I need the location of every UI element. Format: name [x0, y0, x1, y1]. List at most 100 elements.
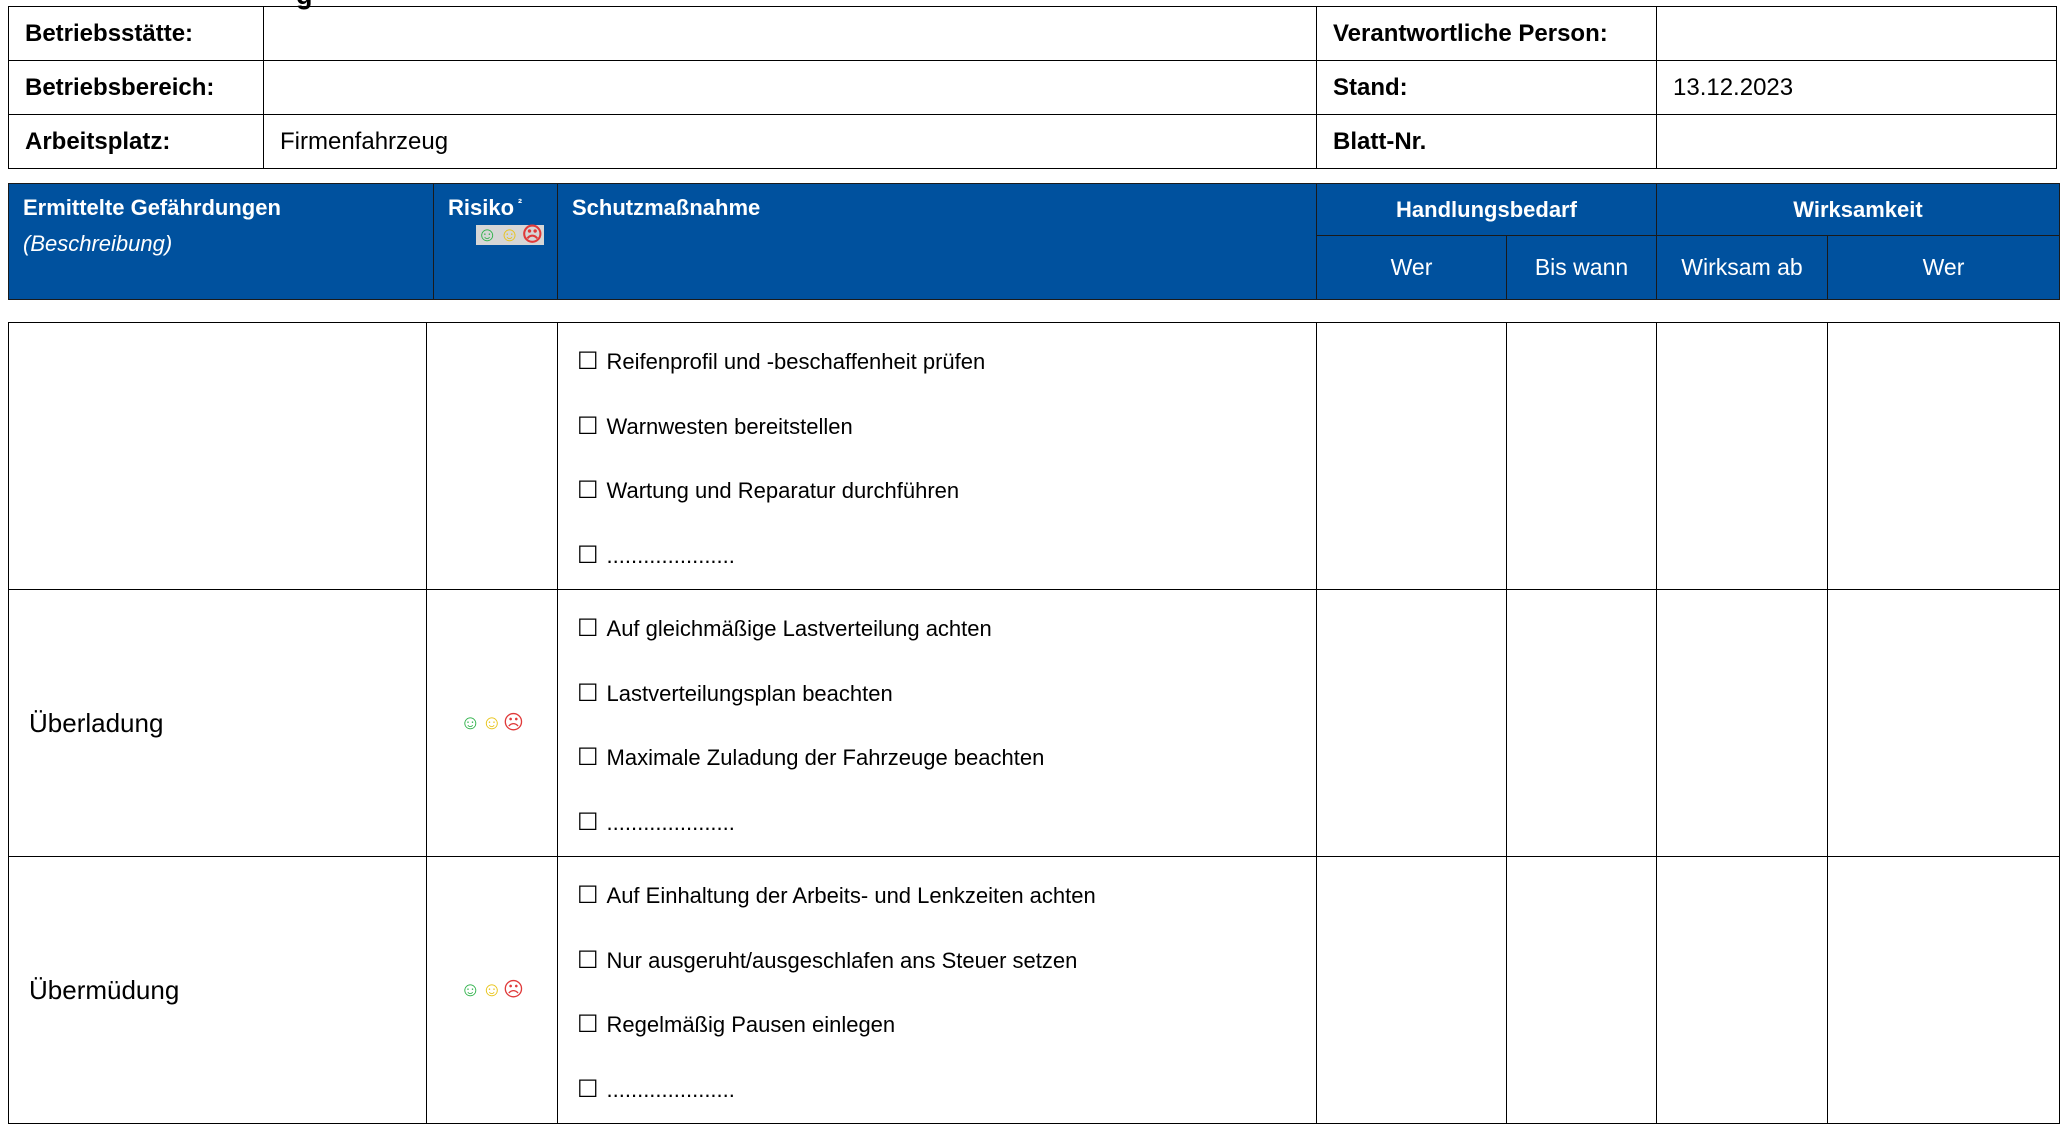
risiko-cell[interactable]: ☺ ☺ ☹ [426, 856, 558, 1124]
risk-smileys[interactable]: ☺ ☺ ☹ [460, 713, 524, 733]
header-risiko: Risiko ² ☺ ☺ ☹ [433, 183, 558, 300]
wer-wirksamkeit-cell[interactable] [1827, 322, 2060, 590]
blatt-field[interactable] [1656, 114, 2057, 169]
header-wer-wirksamkeit: Wer [1827, 235, 2060, 300]
measure-label: Maximale Zuladung der Fahrzeuge beachten [606, 745, 1045, 771]
header-bis-wann: Bis wann [1506, 235, 1657, 300]
wer-handlung-cell[interactable] [1316, 322, 1507, 590]
checkbox-icon[interactable]: ☐ [577, 617, 599, 641]
verantwortliche-label: Verantwortliche Person: [1316, 6, 1657, 61]
measure-item: ☐ Warnwesten bereitstellen [577, 414, 1315, 440]
checkbox-icon[interactable]: ☐ [577, 1013, 599, 1037]
stand-field[interactable]: 13.12.2023 [1656, 60, 2057, 115]
table-row: Übermüdung ☺ ☺ ☹ ☐ Auf Einhaltung der Arbeits… [8, 856, 2060, 1124]
measure-item: ☐..................... [577, 1077, 1315, 1103]
measure-label: Lastverteilungsplan beachten [606, 680, 893, 706]
stand-label: Stand: [1316, 60, 1657, 115]
smiley-neutral-icon[interactable]: ☺ [482, 713, 502, 733]
betriebsbereich-field[interactable] [263, 60, 1317, 115]
measure-item: ☐..................... [577, 543, 1315, 569]
header-gefaehrdungen: Ermittelte Gefährdungen (Beschreibung) [8, 183, 434, 300]
header-gefaehrdungen-label: Ermittelte Gefährdungen [23, 195, 281, 220]
measure-item: ☐ Reifenprofil und -beschaffenheit prüfen [577, 349, 1315, 375]
wirksam-ab-cell[interactable] [1656, 322, 1828, 590]
checkbox-icon[interactable]: ☐ [577, 681, 599, 706]
betriebsbereich-label: Betriebsbereich: [8, 60, 264, 115]
measure-item: ☐ Nur ausgeruht/ausgeschlafen ans Steuer … [577, 948, 1315, 974]
smiley-neutral-icon: ☺ [498, 224, 521, 246]
header-beschreibung-label: (Beschreibung) [23, 231, 173, 256]
checkbox-icon[interactable]: ☐ [577, 543, 599, 568]
risk-smileys[interactable]: ☺ ☺ ☹ [460, 980, 524, 1000]
measure-item: ☐ Maximale Zuladung der Fahrzeuge beachte… [577, 745, 1315, 771]
measure-list: ☐ Auf Einhaltung der Arbeits- und Lenkzei… [559, 858, 1315, 1122]
checkbox-icon[interactable]: ☐ [577, 810, 599, 835]
smiley-good-icon[interactable]: ☺ [460, 713, 480, 733]
smiley-good-icon: ☺ [476, 224, 499, 246]
table-row: ☐ Reifenprofil und -beschaffenheit prüfen… [8, 322, 2060, 590]
gefaehrdung-cell[interactable]: Überladung [8, 589, 427, 857]
measure-label: Nur ausgeruht/ausgeschlafen ans Steuer s… [606, 947, 1078, 973]
header-wirksam-ab: Wirksam ab [1656, 235, 1828, 300]
measure-label: ..................... [606, 809, 735, 835]
hazard-table: ☐ Reifenprofil und -beschaffenheit prüfen… [8, 322, 2060, 1124]
checkbox-icon[interactable]: ☐ [577, 350, 599, 374]
info-table: Betriebsstätte: Verantwortliche Person: … [8, 6, 2057, 169]
header-risiko-footnote: ² [518, 195, 523, 210]
wer-handlung-cell[interactable] [1316, 856, 1507, 1124]
measure-label: ..................... [606, 542, 735, 568]
checkbox-icon[interactable]: ☐ [577, 746, 599, 770]
wer-handlung-cell[interactable] [1316, 589, 1507, 857]
risiko-cell[interactable] [426, 322, 558, 590]
blatt-label: Blatt-Nr. [1316, 114, 1657, 169]
bis-wann-cell[interactable] [1506, 589, 1657, 857]
verantwortliche-field[interactable] [1656, 6, 2057, 61]
bis-wann-cell[interactable] [1506, 856, 1657, 1124]
measure-label: Wartung und Reparatur durchführen [606, 478, 960, 504]
risiko-cell[interactable]: ☺ ☺ ☹ [426, 589, 558, 857]
schutzmassnahme-cell: ☐ Auf Einhaltung der Arbeits- und Lenkzei… [557, 856, 1317, 1124]
table-row: Überladung ☺ ☺ ☹ ☐ Auf gleichmäßige Lastverte… [8, 589, 2060, 857]
assessment-header: Ermittelte Gefährdungen (Beschreibung) R… [8, 183, 2060, 300]
smiley-bad-icon[interactable]: ☹ [503, 713, 524, 733]
measure-item: ☐ Wartung und Reparatur durchführen [577, 478, 1315, 504]
measure-label: Auf Einhaltung der Arbeits- und Lenkzeit… [606, 883, 1096, 909]
measure-item: ☐ Lastverteilungsplan beachten [577, 681, 1315, 707]
header-handlungsbedarf: Handlungsbedarf [1316, 183, 1657, 236]
arbeitsplatz-field[interactable]: Firmenfahrzeug [263, 114, 1317, 169]
schutzmassnahme-cell: ☐ Reifenprofil und -beschaffenheit prüfen… [557, 322, 1317, 590]
checkbox-icon[interactable]: ☐ [577, 479, 599, 503]
header-wer-handlung: Wer [1316, 235, 1507, 300]
wer-wirksamkeit-cell[interactable] [1827, 856, 2060, 1124]
smiley-good-icon[interactable]: ☺ [460, 980, 480, 1000]
bis-wann-cell[interactable] [1506, 322, 1657, 590]
measure-label: Warnwesten bereitstellen [606, 413, 853, 439]
gefaehrdung-cell[interactable] [8, 322, 427, 590]
header-schutzmassnahme: Schutzmaßnahme [557, 183, 1317, 300]
wirksam-ab-cell[interactable] [1656, 856, 1828, 1124]
measure-item: ☐ Regelmäßig Pausen einlegen [577, 1012, 1315, 1038]
measure-list: ☐ Reifenprofil und -beschaffenheit prüfen… [559, 324, 1315, 588]
betriebsstaette-label: Betriebsstätte: [8, 6, 264, 61]
measure-list: ☐ Auf gleichmäßige Lastverteilung achten ☐… [559, 591, 1315, 855]
smiley-bad-icon[interactable]: ☹ [503, 980, 524, 1000]
gefaehrdung-cell[interactable]: Übermüdung [8, 856, 427, 1124]
measure-label: ..................... [606, 1076, 735, 1102]
checkbox-icon[interactable]: ☐ [577, 1077, 599, 1102]
checkbox-icon[interactable]: ☐ [577, 414, 599, 439]
wirksam-ab-cell[interactable] [1656, 589, 1828, 857]
header-risiko-label: Risiko [448, 195, 515, 220]
measure-item: ☐ Auf Einhaltung der Arbeits- und Lenkzei… [577, 883, 1315, 909]
checkbox-icon[interactable]: ☐ [577, 948, 599, 973]
checkbox-icon[interactable]: ☐ [577, 884, 599, 908]
header-wirksamkeit: Wirksamkeit [1656, 183, 2060, 236]
measure-item: ☐ Auf gleichmäßige Lastverteilung achten [577, 616, 1315, 642]
wer-wirksamkeit-cell[interactable] [1827, 589, 2060, 857]
measure-label: Auf gleichmäßige Lastverteilung achten [606, 616, 992, 642]
measure-label: Reifenprofil und -beschaffenheit prüfen [606, 349, 986, 375]
betriebsstaette-field[interactable] [263, 6, 1317, 61]
smiley-neutral-icon[interactable]: ☺ [482, 980, 502, 1000]
header-risk-scale: ☺ ☺ ☹ [476, 225, 544, 245]
schutzmassnahme-cell: ☐ Auf gleichmäßige Lastverteilung achten ☐… [557, 589, 1317, 857]
measure-label: Regelmäßig Pausen einlegen [606, 1012, 896, 1038]
